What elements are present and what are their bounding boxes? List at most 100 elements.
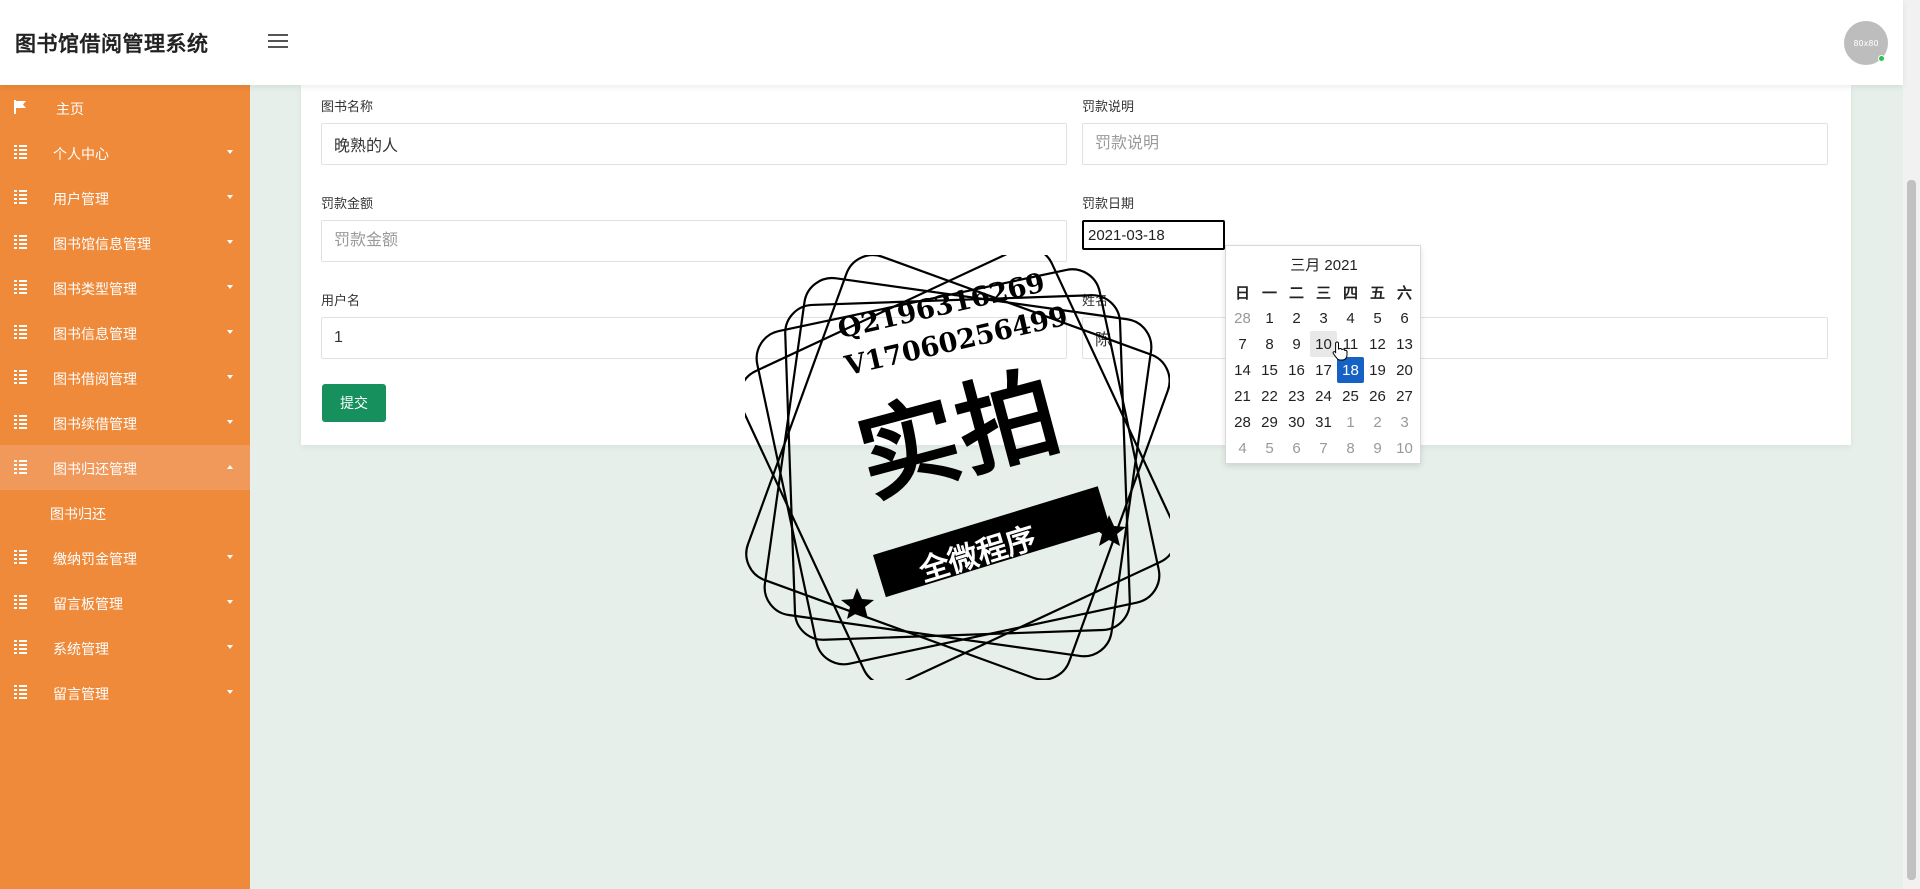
calendar-day[interactable]: 2 xyxy=(1283,305,1310,331)
calendar-weekday: 三 xyxy=(1315,284,1331,302)
sidebar-item-label: 图书信息管理 xyxy=(53,327,137,343)
calendar-day[interactable]: 2 xyxy=(1364,409,1391,435)
chevron-down-icon xyxy=(227,645,233,649)
fine-description-label: 罚款说明 xyxy=(1082,100,1135,115)
sidebar-item-renewal[interactable]: 图书续借管理 xyxy=(0,400,250,445)
sidebar-item-system[interactable]: 系统管理 xyxy=(0,625,250,670)
calendar-day[interactable]: 29 xyxy=(1256,409,1283,435)
calendar-day[interactable]: 7 xyxy=(1229,331,1256,357)
calendar-day[interactable]: 27 xyxy=(1391,383,1418,409)
calendar-day[interactable]: 5 xyxy=(1364,305,1391,331)
chevron-up-icon xyxy=(227,465,233,469)
chevron-down-icon xyxy=(227,285,233,289)
grid-icon xyxy=(14,280,27,294)
calendar-day[interactable]: 25 xyxy=(1337,383,1364,409)
hand-cursor-icon xyxy=(1332,341,1348,361)
chevron-down-icon xyxy=(227,195,233,199)
sidebar-subitem-book-return[interactable]: 图书归还 xyxy=(0,490,250,535)
calendar-day[interactable]: 28 xyxy=(1229,409,1256,435)
calendar-day[interactable]: 9 xyxy=(1364,435,1391,461)
calendar-day[interactable]: 8 xyxy=(1256,331,1283,357)
sidebar-item-home[interactable]: 主页 xyxy=(0,85,250,130)
grid-icon xyxy=(14,595,27,609)
calendar-day[interactable]: 13 xyxy=(1391,331,1418,357)
chevron-down-icon xyxy=(227,330,233,334)
date-picker-popup: 三月 2021 日一二三四五六 28 1 2 3 4 5 6 7 8 9 10 11 12 13 14 15 16… xyxy=(1225,245,1421,464)
calendar-day[interactable]: 1 xyxy=(1256,305,1283,331)
calendar-day[interactable]: 9 xyxy=(1283,331,1310,357)
calendar-day[interactable]: 15 xyxy=(1256,357,1283,383)
sidebar-item-book-types[interactable]: 图书类型管理 xyxy=(0,265,250,310)
chevron-down-icon xyxy=(227,420,233,424)
grid-icon xyxy=(14,685,27,699)
grid-icon xyxy=(14,145,27,159)
sidebar-item-label: 留言板管理 xyxy=(53,597,123,613)
calendar-day[interactable]: 16 xyxy=(1283,357,1310,383)
sidebar-item-borrowing[interactable]: 图书借阅管理 xyxy=(0,355,250,400)
calendar-grid: 日一二三四五六 28 1 2 3 4 5 6 7 8 9 10 11 12 13 14 15 16 17 18 19 20… xyxy=(1229,279,1418,461)
chevron-down-icon xyxy=(227,375,233,379)
calendar-day[interactable]: 24 xyxy=(1310,383,1337,409)
calendar-day[interactable]: 10 xyxy=(1391,435,1418,461)
calendar-day[interactable]: 3 xyxy=(1310,305,1337,331)
username-label: 用户名 xyxy=(321,294,361,309)
calendar-weekday: 二 xyxy=(1288,284,1304,302)
calendar-day[interactable]: 19 xyxy=(1364,357,1391,383)
calendar-day[interactable]: 26 xyxy=(1364,383,1391,409)
calendar-day[interactable]: 8 xyxy=(1337,435,1364,461)
top-header: 图书馆借阅管理系统 80x80 xyxy=(0,0,1903,85)
sidebar-subitem-label: 图书归还 xyxy=(50,507,106,523)
name-label: 姓名 xyxy=(1082,294,1109,309)
calendar-weekday: 五 xyxy=(1369,284,1385,302)
calendar-weekday: 四 xyxy=(1342,284,1358,302)
sidebar-item-returns[interactable]: 图书归还管理 xyxy=(0,445,250,490)
calendar-day[interactable]: 4 xyxy=(1337,305,1364,331)
calendar-day[interactable]: 12 xyxy=(1364,331,1391,357)
calendar-day[interactable]: 21 xyxy=(1229,383,1256,409)
grid-icon xyxy=(14,460,27,474)
calendar-day[interactable]: 31 xyxy=(1310,409,1337,435)
calendar-day[interactable]: 6 xyxy=(1391,305,1418,331)
sidebar-item-message-board[interactable]: 留言板管理 xyxy=(0,580,250,625)
calendar-day[interactable]: 4 xyxy=(1229,435,1256,461)
fine-description-input[interactable] xyxy=(1082,123,1828,165)
app-title: 图书馆借阅管理系统 xyxy=(15,32,209,56)
calendar-day[interactable]: 5 xyxy=(1256,435,1283,461)
sidebar-item-label: 主页 xyxy=(56,102,84,118)
online-status-dot xyxy=(1878,55,1885,62)
sidebar-item-messages[interactable]: 留言管理 xyxy=(0,670,250,715)
calendar-day[interactable]: 6 xyxy=(1283,435,1310,461)
book-name-input[interactable] xyxy=(321,123,1067,165)
sidebar-item-profile[interactable]: 个人中心 xyxy=(0,130,250,175)
sidebar-item-label: 个人中心 xyxy=(53,147,109,163)
fine-amount-input[interactable] xyxy=(321,220,1067,262)
calendar-day[interactable]: 1 xyxy=(1337,409,1364,435)
calendar-day[interactable]: 20 xyxy=(1391,357,1418,383)
sidebar-item-book-info[interactable]: 图书信息管理 xyxy=(0,310,250,355)
calendar-day[interactable]: 3 xyxy=(1391,409,1418,435)
chevron-down-icon xyxy=(227,240,233,244)
username-input[interactable] xyxy=(321,317,1067,359)
sidebar-item-label: 用户管理 xyxy=(53,192,109,208)
sidebar-item-users[interactable]: 用户管理 xyxy=(0,175,250,220)
calendar-day[interactable]: 28 xyxy=(1229,305,1256,331)
grid-icon xyxy=(14,550,27,564)
page-scrollbar-thumb[interactable] xyxy=(1907,180,1916,880)
sidebar-item-fines[interactable]: 缴纳罚金管理 xyxy=(0,535,250,580)
chevron-down-icon xyxy=(227,690,233,694)
grid-icon xyxy=(14,640,27,654)
submit-button[interactable]: 提交 xyxy=(322,384,386,422)
fine-amount-label: 罚款金额 xyxy=(321,197,374,212)
menu-toggle-icon[interactable] xyxy=(268,34,288,50)
calendar-day[interactable]: 30 xyxy=(1283,409,1310,435)
calendar-day[interactable]: 7 xyxy=(1310,435,1337,461)
calendar-day[interactable]: 14 xyxy=(1229,357,1256,383)
calendar-day[interactable]: 23 xyxy=(1283,383,1310,409)
sidebar-item-library-info[interactable]: 图书馆信息管理 xyxy=(0,220,250,265)
grid-icon xyxy=(14,370,27,384)
name-input[interactable] xyxy=(1082,317,1828,359)
calendar-day[interactable]: 22 xyxy=(1256,383,1283,409)
fine-date-label: 罚款日期 xyxy=(1082,197,1135,212)
grid-icon xyxy=(14,325,27,339)
fine-date-input[interactable] xyxy=(1082,220,1225,250)
